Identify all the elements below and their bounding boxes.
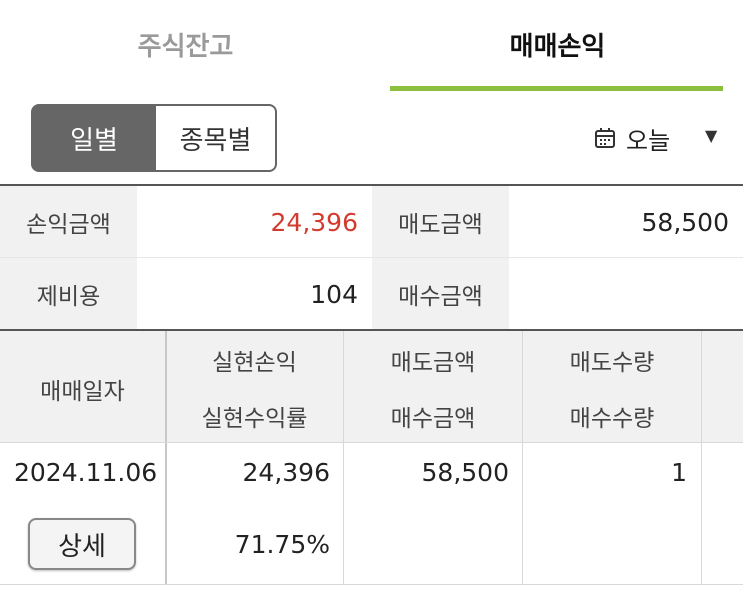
row-trade-date: 2024.11.06 bbox=[14, 458, 158, 487]
daily-toggle-button[interactable]: 일별 bbox=[31, 104, 157, 172]
chevron-down-icon[interactable]: ▼ bbox=[705, 126, 717, 145]
row-sell-qty: 1 bbox=[671, 458, 687, 487]
header-bottom-border bbox=[0, 442, 743, 443]
tab-trade-pnl[interactable]: 매매손익 bbox=[372, 0, 743, 88]
pnl-amount-label: 손익금액 bbox=[0, 186, 137, 258]
active-tab-indicator bbox=[390, 86, 723, 91]
buy-amount-label: 매수금액 bbox=[372, 258, 509, 330]
row-realized-rate: 71.75% bbox=[234, 530, 330, 559]
fees-label: 제비용 bbox=[0, 258, 137, 330]
buy-amount-value bbox=[509, 258, 743, 330]
header-realized-rate: 실현수익률 bbox=[201, 406, 308, 432]
calendar-icon bbox=[595, 128, 615, 148]
row-sell-amount: 58,500 bbox=[421, 458, 509, 487]
header-realized-pnl: 실현손익 bbox=[212, 350, 297, 376]
row-realized-pnl: 24,396 bbox=[242, 458, 330, 487]
summary-row-1: 손익금액 24,396 매도금액 58,500 bbox=[0, 186, 743, 258]
header-sell-amount: 매도금액 bbox=[390, 350, 476, 376]
period-select-value: 오늘 bbox=[626, 126, 671, 155]
column-divider bbox=[701, 331, 702, 585]
header-trade-date: 매매일자 bbox=[40, 379, 125, 405]
sell-amount-label: 매도금액 bbox=[372, 186, 509, 258]
by-stock-toggle-button[interactable]: 종목별 bbox=[156, 104, 277, 172]
summary-row-2: 제비용 104 매수금액 bbox=[0, 258, 743, 330]
pnl-amount-value: 24,396 bbox=[270, 207, 358, 237]
header-buy-amount: 매수금액 bbox=[390, 406, 476, 432]
tab-holdings[interactable]: 주식잔고 bbox=[0, 0, 371, 88]
header-buy-qty: 매수수량 bbox=[569, 406, 655, 432]
period-select[interactable]: 오늘 bbox=[594, 118, 670, 158]
fees-value: 104 bbox=[310, 279, 358, 309]
detail-button[interactable]: 상세 bbox=[28, 518, 136, 570]
row-bottom-border bbox=[0, 584, 743, 585]
sell-amount-value: 58,500 bbox=[641, 207, 729, 237]
header-sell-qty: 매도수량 bbox=[569, 350, 655, 376]
